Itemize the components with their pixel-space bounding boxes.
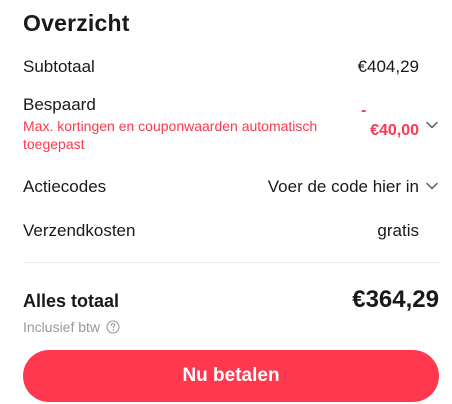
promo-codes-label: Actiecodes xyxy=(23,177,107,196)
saved-label[interactable]: Bespaard xyxy=(23,95,96,115)
shipping-label: Verzendkosten xyxy=(23,221,136,240)
order-summary-panel: Overzicht Subtotaal €404,29 Bespaard Max… xyxy=(23,0,439,404)
saved-note: Max. kortingen en couponwaarden automati… xyxy=(23,118,318,152)
pay-now-button[interactable]: Nu betalen xyxy=(23,350,439,402)
question-circle-icon[interactable] xyxy=(106,320,120,334)
summary-title: Overzicht xyxy=(23,10,130,36)
divider xyxy=(23,262,439,263)
promo-code-entry[interactable]: Voer de code hier in xyxy=(268,177,419,197)
saved-value-sign: - xyxy=(361,102,367,119)
subtotal-value: €404,29 xyxy=(357,57,419,76)
vat-note: Inclusief btw xyxy=(23,319,101,335)
chevron-down-icon[interactable] xyxy=(425,118,439,132)
total-value: €364,29 xyxy=(352,286,439,313)
saved-value[interactable]: - €40,00 xyxy=(359,102,419,142)
subtotal-label: Subtotaal xyxy=(23,57,95,76)
total-label: Alles totaal xyxy=(23,291,120,311)
saved-value-amount: €40,00 xyxy=(370,122,419,139)
vat-note-row: Inclusief btw xyxy=(23,319,120,335)
shipping-value: gratis xyxy=(377,221,419,240)
chevron-down-icon[interactable] xyxy=(425,179,439,193)
